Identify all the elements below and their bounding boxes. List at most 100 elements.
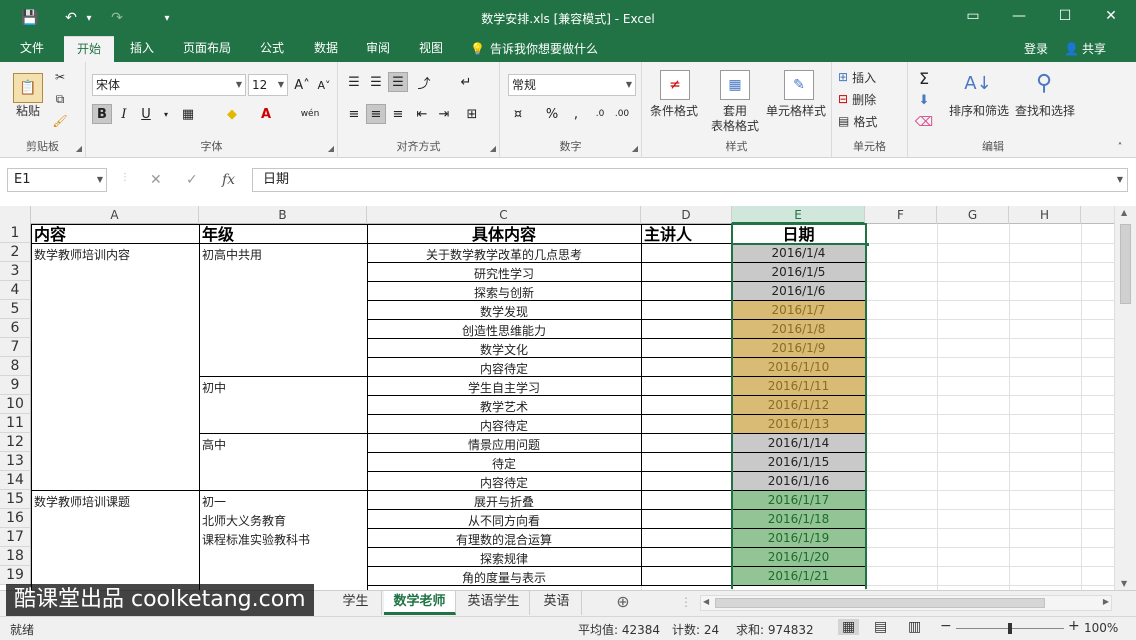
merge-center-icon[interactable]: ⊞: [462, 104, 482, 124]
tab-home[interactable]: 开始: [64, 36, 114, 62]
comma-style-button[interactable]: ,: [566, 104, 586, 124]
conditional-format-icon[interactable]: ≠: [658, 68, 692, 102]
cell-styles-button[interactable]: 单元格样式: [760, 102, 832, 118]
cell-e5[interactable]: 2016/1/7: [732, 303, 865, 319]
cell-e14[interactable]: 2016/1/16: [732, 474, 865, 490]
sheet-tab-english[interactable]: 英语: [532, 591, 582, 615]
format-as-table-button[interactable]: 表格格式: [700, 117, 770, 133]
cell-b9[interactable]: 初中: [202, 379, 364, 395]
select-all-corner[interactable]: [0, 206, 31, 224]
zoom-slider-thumb[interactable]: [1008, 623, 1012, 634]
cell-e3[interactable]: 2016/1/5: [732, 265, 865, 281]
sheet-splitter-icon[interactable]: ⋮: [680, 595, 692, 609]
cell-a2[interactable]: 数学教师培训内容: [34, 246, 196, 262]
clipboard-launcher-icon[interactable]: ◢: [76, 144, 82, 153]
fill-color-icon[interactable]: ◆: [222, 104, 242, 124]
row-header-13[interactable]: 13: [0, 452, 31, 471]
row-header-8[interactable]: 8: [0, 357, 31, 376]
collapse-ribbon-icon[interactable]: ˄: [1112, 140, 1128, 154]
shrink-font-button[interactable]: A˅: [314, 75, 334, 95]
active-cell-e1[interactable]: [731, 223, 867, 245]
add-sheet-button[interactable]: ⊕: [608, 591, 638, 615]
row-header-7[interactable]: 7: [0, 338, 31, 357]
copy-icon[interactable]: ⧉: [50, 90, 70, 108]
number-launcher-icon[interactable]: ◢: [632, 144, 638, 153]
cell-b15[interactable]: 初一: [202, 493, 364, 509]
align-right-icon[interactable]: ≡: [388, 104, 408, 124]
minimize-button[interactable]: —: [996, 0, 1042, 32]
confirm-entry-button[interactable]: ✓: [186, 172, 198, 188]
cell-e16[interactable]: 2016/1/18: [732, 512, 865, 528]
sheet-tab-math-teacher[interactable]: 数学老师: [384, 591, 456, 615]
row-header-16[interactable]: 16: [0, 509, 31, 528]
italic-button[interactable]: I: [114, 104, 134, 124]
cell-c8[interactable]: 内容待定: [367, 360, 641, 376]
horizontal-scroll-thumb[interactable]: [715, 598, 1045, 608]
row-header-11[interactable]: 11: [0, 414, 31, 433]
row-header-9[interactable]: 9: [0, 376, 31, 395]
cell-c5[interactable]: 数学发现: [367, 303, 641, 319]
header-cell-d[interactable]: 主讲人: [644, 224, 729, 243]
phonetic-guide-button[interactable]: wén: [296, 104, 324, 124]
cut-icon[interactable]: ✂: [50, 68, 70, 86]
column-header-c[interactable]: C: [367, 206, 641, 224]
formula-input[interactable]: 日期 ▼: [252, 168, 1128, 192]
cell-c19[interactable]: 角的度量与表示: [367, 569, 641, 585]
cell-c17[interactable]: 有理数的混合运算: [367, 531, 641, 547]
scroll-left-icon[interactable]: ◀: [703, 597, 709, 606]
zoom-out-icon[interactable]: −: [940, 618, 952, 634]
maximize-button[interactable]: ☐: [1042, 0, 1088, 32]
row-header-4[interactable]: 4: [0, 281, 31, 300]
clear-icon[interactable]: ⌫: [914, 112, 934, 132]
cell-c11[interactable]: 内容待定: [367, 417, 641, 433]
redo-icon[interactable]: ↷: [108, 8, 126, 28]
row-header-12[interactable]: 12: [0, 433, 31, 452]
row-header-1[interactable]: 1: [0, 224, 31, 243]
cell-e6[interactable]: 2016/1/8: [732, 322, 865, 338]
zoom-slider[interactable]: [956, 623, 1064, 634]
tab-formulas[interactable]: 公式: [248, 36, 296, 62]
autosum-icon[interactable]: Σ: [914, 68, 934, 88]
underline-dropdown-icon[interactable]: ▾: [156, 104, 176, 124]
decrease-decimal-icon[interactable]: .00: [612, 104, 632, 124]
sort-filter-button[interactable]: 排序和筛选: [946, 102, 1012, 118]
cell-c6[interactable]: 创造性思维能力: [367, 322, 641, 338]
zoom-level[interactable]: 100%: [1084, 621, 1118, 635]
cell-c18[interactable]: 探索规律: [367, 550, 641, 566]
accounting-format-icon[interactable]: ¤: [508, 104, 528, 124]
zoom-in-icon[interactable]: +: [1068, 618, 1080, 634]
cell-e10[interactable]: 2016/1/12: [732, 398, 865, 414]
tell-me-box[interactable]: 💡 告诉我你想要做什么: [470, 40, 598, 57]
cell-c3[interactable]: 研究性学习: [367, 265, 641, 281]
close-button[interactable]: ✕: [1088, 0, 1134, 32]
cell-e9[interactable]: 2016/1/11: [732, 379, 865, 395]
row-header-10[interactable]: 10: [0, 395, 31, 414]
name-box[interactable]: E1 ▼: [7, 168, 107, 192]
decrease-indent-icon[interactable]: ⇤: [412, 104, 432, 124]
undo-dropdown-icon[interactable]: ▾: [84, 8, 94, 28]
column-header-g[interactable]: G: [937, 206, 1009, 224]
horizontal-scrollbar[interactable]: ◀ ▶: [700, 595, 1112, 611]
column-header-a[interactable]: A: [31, 206, 199, 224]
underline-button[interactable]: U: [136, 104, 156, 124]
cell-e11[interactable]: 2016/1/13: [732, 417, 865, 433]
sign-in-link[interactable]: 登录: [1024, 40, 1048, 57]
row-header-15[interactable]: 15: [0, 490, 31, 509]
header-cell-a[interactable]: 内容: [34, 224, 196, 243]
tab-page-layout[interactable]: 页面布局: [172, 36, 242, 62]
scroll-right-icon[interactable]: ▶: [1103, 597, 1109, 606]
cell-c12[interactable]: 情景应用问题: [367, 436, 641, 452]
wrap-text-icon[interactable]: ↵: [456, 72, 476, 92]
conditional-format-button[interactable]: 条件格式: [644, 102, 704, 118]
sort-filter-icon[interactable]: A↓: [960, 66, 996, 100]
cell-area[interactable]: 关于数学教学改革的几点思考 2016/1/4 研究性学习 2016/1/5 探索与创新 2…: [0, 223, 1114, 590]
row-header-6[interactable]: 6: [0, 319, 31, 338]
header-cell-b[interactable]: 年级: [202, 224, 364, 243]
ribbon-display-icon[interactable]: ▭: [950, 0, 996, 32]
cell-a15[interactable]: 数学教师培训课题: [34, 493, 196, 509]
font-launcher-icon[interactable]: ◢: [328, 144, 334, 153]
customize-qat-icon[interactable]: ▾: [160, 8, 174, 28]
format-as-table-icon[interactable]: ▦: [718, 68, 752, 102]
row-header-3[interactable]: 3: [0, 262, 31, 281]
sheet-tab-english-students[interactable]: 英语学生: [458, 591, 530, 615]
